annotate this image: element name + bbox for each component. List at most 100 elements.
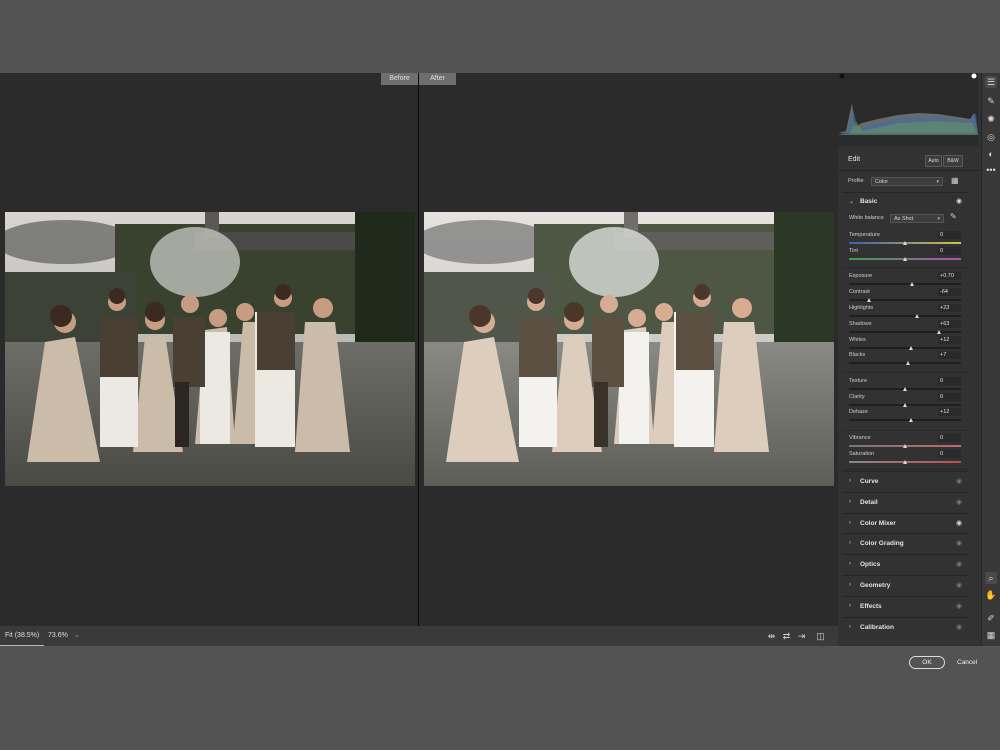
slider-thumb[interactable] — [910, 282, 915, 286]
section-header-color-grading[interactable]: › Color Grading ◉ — [838, 534, 981, 554]
separator — [843, 372, 969, 373]
section-header-detail[interactable]: › Detail ◉ — [838, 493, 981, 513]
visibility-eye-icon[interactable]: ◉ — [956, 602, 962, 610]
edit-sliders-icon[interactable]: ☰ — [985, 76, 997, 88]
slider-thumb[interactable] — [902, 460, 907, 464]
section-title: Geometry — [860, 582, 891, 589]
slider-value-input[interactable]: 0 — [938, 377, 961, 385]
slider-track[interactable] — [849, 419, 961, 421]
separator — [843, 267, 969, 268]
slider-track[interactable] — [849, 283, 961, 285]
toggle-original-icon[interactable]: ◫ — [815, 631, 826, 641]
section-header-color-mixer[interactable]: › Color Mixer ◉ — [838, 514, 981, 534]
slider-value-input[interactable]: 0 — [938, 434, 961, 442]
slider-value-input[interactable]: +23 — [938, 304, 961, 312]
profile-label: Profile — [848, 178, 864, 184]
ok-button[interactable]: OK — [909, 656, 945, 669]
visibility-eye-icon[interactable]: ◉ — [956, 623, 962, 631]
slider-value-input[interactable]: 0 — [938, 231, 961, 239]
bw-button[interactable]: B&W — [943, 155, 963, 167]
hand-tool-icon[interactable]: ✋ — [985, 589, 997, 601]
zoom-dropdown-icon[interactable]: ⌄ — [74, 626, 80, 646]
auto-button[interactable]: Auto — [925, 155, 942, 167]
section-header-optics[interactable]: › Optics ◉ — [838, 555, 981, 575]
healing-icon[interactable]: ✺ — [985, 113, 997, 125]
white-balance-select[interactable]: As Shot ▾ — [890, 214, 944, 223]
slider-track[interactable] — [849, 347, 961, 349]
slider-value-input[interactable]: -64 — [938, 288, 961, 296]
slider-thumb[interactable] — [866, 298, 871, 302]
profile-select-value: Color — [875, 179, 889, 185]
slider-label: Shadows — [849, 321, 872, 327]
visibility-eye-icon[interactable]: ◉ — [956, 560, 962, 568]
slider-value-input[interactable]: +12 — [938, 336, 961, 344]
section-title: Detail — [860, 499, 878, 506]
slider-label: Highlights — [849, 305, 874, 311]
slider-label: Whites — [849, 337, 866, 343]
swap-settings-icon[interactable]: ⇄ — [781, 631, 792, 641]
slider-value-input[interactable]: +0.70 — [938, 272, 961, 280]
chevron-right-icon: › — [849, 603, 851, 609]
slider-value-input[interactable]: +12 — [938, 408, 961, 416]
white-balance-value: As Shot — [894, 216, 914, 222]
color-sampler-icon[interactable]: ✐ — [985, 612, 997, 624]
before-after-mode-icon[interactable]: ⇹ — [766, 631, 777, 641]
slider-label: Contrast — [849, 289, 870, 295]
cancel-button[interactable]: Cancel — [957, 656, 977, 669]
zoom-tool-icon[interactable]: ⌕ — [985, 572, 997, 584]
before-after-divider[interactable] — [418, 73, 419, 626]
visibility-eye-icon[interactable]: ◉ — [956, 539, 962, 547]
slider-thumb[interactable] — [909, 346, 914, 350]
more-options-icon[interactable]: ••• — [985, 164, 997, 176]
red-eye-icon[interactable]: ◎ — [985, 131, 997, 143]
slider-thumb[interactable] — [937, 330, 942, 334]
slider-thumb[interactable] — [905, 361, 910, 365]
title-bar-area — [0, 0, 1000, 73]
slider-value-input[interactable]: 0 — [938, 247, 961, 255]
slider-track[interactable] — [849, 331, 961, 333]
visibility-eye-icon[interactable]: ◉ — [956, 197, 962, 205]
section-header-geometry[interactable]: › Geometry ◉ — [838, 576, 981, 596]
section-header-calibration[interactable]: › Calibration ◉ — [838, 618, 981, 638]
slider-thumb[interactable] — [902, 444, 907, 448]
slider-thumb[interactable] — [914, 314, 919, 318]
visibility-eye-icon[interactable]: ◉ — [956, 498, 962, 506]
slider-thumb[interactable] — [902, 241, 907, 245]
profile-select[interactable]: Color ▾ — [871, 177, 943, 186]
slider-value-input[interactable]: +63 — [938, 320, 961, 328]
fit-zoom-button[interactable]: Fit (38.5%) — [0, 626, 45, 646]
edit-title: Edit — [848, 156, 861, 163]
slider-thumb[interactable] — [909, 418, 914, 422]
eyedropper-icon[interactable]: ✎ — [950, 212, 957, 221]
chevron-down-icon: ▾ — [936, 179, 939, 185]
copy-settings-icon[interactable]: ⇥ — [796, 631, 807, 641]
chevron-right-icon: › — [849, 582, 851, 588]
slider-value-input[interactable]: +7 — [938, 351, 961, 359]
brush-icon[interactable]: ✎ — [985, 95, 997, 107]
visibility-eye-icon[interactable]: ◉ — [956, 519, 962, 527]
grid-overlay-icon[interactable]: ▦ — [985, 629, 997, 641]
slider-thumb[interactable] — [902, 387, 907, 391]
slider-label: Temperature — [849, 232, 880, 238]
slider-thumb[interactable] — [902, 403, 907, 407]
slider-thumb[interactable] — [902, 257, 907, 261]
edit-header: Edit Auto B&W — [838, 150, 981, 171]
slider-value-input[interactable]: 0 — [938, 450, 961, 458]
masking-icon[interactable]: ◐ — [985, 148, 997, 160]
slider-label: Blacks — [849, 352, 866, 358]
visibility-eye-icon[interactable]: ◉ — [956, 581, 962, 589]
slider-value-input[interactable]: 0 — [938, 393, 961, 401]
chevron-right-icon: › — [849, 520, 851, 526]
section-header-curve[interactable]: › Curve ◉ — [838, 472, 981, 492]
after-label: After — [419, 73, 456, 85]
section-header-effects[interactable]: › Effects ◉ — [838, 597, 981, 617]
status-bar: Fit (38.5%) 73.6% ⌄ — [0, 626, 838, 646]
zoom-level-button[interactable]: 73.6% — [48, 626, 68, 646]
slider-track[interactable] — [849, 315, 961, 317]
profile-browser-icon[interactable]: ▦ — [951, 176, 959, 185]
chevron-right-icon: › — [849, 540, 851, 546]
chevron-down-icon: ⌄ — [849, 199, 855, 205]
visibility-eye-icon[interactable]: ◉ — [956, 477, 962, 485]
basic-section-header[interactable]: ⌄ Basic ◉ — [838, 192, 981, 212]
basic-section-title: Basic — [860, 198, 878, 205]
